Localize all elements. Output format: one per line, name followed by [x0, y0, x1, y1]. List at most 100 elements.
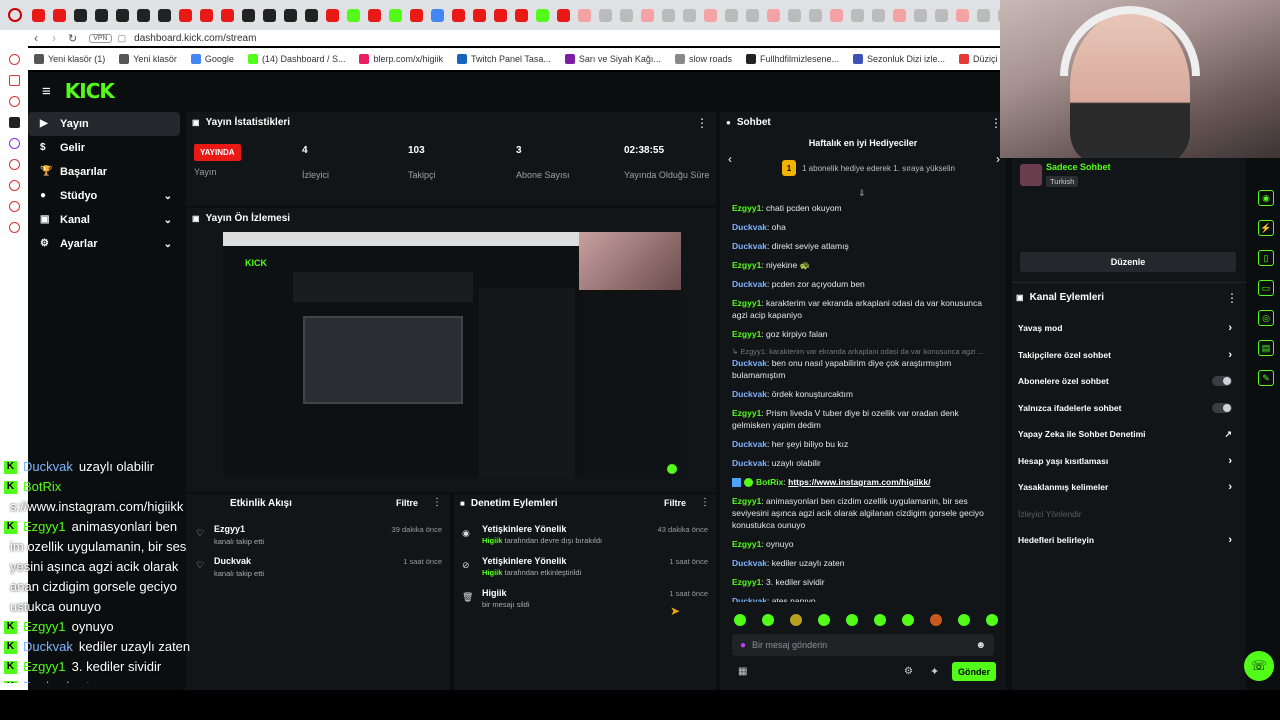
browser-tab-favicon[interactable] — [599, 8, 612, 22]
browser-tab-favicon[interactable] — [935, 8, 948, 22]
emoji-icon[interactable]: ☻ — [975, 640, 986, 651]
nav-item-0[interactable]: ▶ Yayın — [28, 112, 180, 136]
prev-arrow-icon[interactable]: ‹ — [728, 152, 732, 166]
emote-icon[interactable] — [818, 614, 830, 626]
chat-username[interactable]: Duckvak — [732, 222, 767, 232]
bookmark-item[interactable]: Yeni klasör — [119, 54, 177, 64]
signal-icon[interactable]: ◎ — [1258, 310, 1274, 326]
edit-button[interactable]: Düzenle — [1020, 252, 1236, 272]
browser-tab-favicon[interactable] — [746, 8, 759, 22]
browser-menu-icon[interactable] — [8, 8, 22, 22]
chat-username[interactable]: Duckvak — [732, 358, 767, 368]
browser-tab-favicon[interactable] — [242, 8, 255, 22]
chat-username[interactable]: Ezgyy1 — [732, 408, 761, 418]
browser-tab-favicon[interactable] — [32, 8, 45, 22]
moderation-filter-button[interactable]: Filtre — [664, 498, 686, 508]
bookmark-item[interactable]: Sarı ve Siyah Kağı... — [564, 54, 661, 64]
sidebar-app-icon[interactable] — [8, 117, 20, 128]
browser-tab-favicon[interactable] — [263, 8, 276, 22]
browser-tab-favicon[interactable] — [851, 8, 864, 22]
browser-tab-favicon[interactable] — [179, 8, 192, 22]
emote-icon[interactable] — [986, 614, 998, 626]
back-icon[interactable]: ‹ — [34, 31, 38, 45]
chat-username[interactable]: Ezgyy1 — [732, 298, 761, 308]
emote-icon[interactable] — [874, 614, 886, 626]
bookmark-item[interactable]: Fullhdfilmizlesene... — [745, 54, 839, 64]
browser-tab-favicon[interactable] — [305, 8, 318, 22]
browser-tab-favicon[interactable] — [494, 8, 507, 22]
browser-tab-favicon[interactable] — [725, 8, 738, 22]
channel-action-item[interactable]: Yasaklanmış kelimeler › — [1012, 474, 1238, 501]
browser-tab-favicon[interactable] — [221, 8, 234, 22]
emote-icon[interactable] — [846, 614, 858, 626]
bookmark-item[interactable]: Google — [190, 54, 234, 64]
chat-username[interactable]: Ezgyy1 — [732, 577, 761, 587]
phone-icon[interactable]: ▯ — [1258, 250, 1274, 266]
mic-icon[interactable]: ● — [740, 640, 746, 651]
more-icon[interactable]: ⋮ — [1226, 291, 1238, 305]
browser-tab-favicon[interactable] — [557, 8, 570, 22]
sidebar-app-icon[interactable] — [8, 138, 20, 149]
chat-username[interactable]: Ezgyy1 — [732, 203, 761, 213]
toggle-switch[interactable] — [1212, 402, 1232, 413]
sidebar-app-icon[interactable] — [8, 201, 20, 212]
vpn-badge[interactable]: VPN — [89, 33, 112, 43]
gift-box-icon[interactable]: ▦ — [738, 666, 747, 677]
emote-icon[interactable] — [958, 614, 970, 626]
reload-icon[interactable]: ↻ — [68, 32, 77, 45]
bookmark-item[interactable]: (14) Dashboard / S... — [247, 54, 345, 64]
browser-tab-favicon[interactable] — [116, 8, 129, 22]
browser-tab-favicon[interactable] — [74, 8, 87, 22]
browser-tab-favicon[interactable] — [284, 8, 297, 22]
browser-tab-favicon[interactable] — [410, 8, 423, 22]
send-button[interactable]: Gönder — [952, 662, 996, 681]
pin-icon[interactable]: ⇓ — [858, 188, 866, 199]
chat-username[interactable]: Ezgyy1 — [732, 329, 761, 339]
url-text[interactable]: dashboard.kick.com/stream — [134, 33, 256, 44]
browser-tab-favicon[interactable] — [137, 8, 150, 22]
camera-icon[interactable]: ◉ — [1258, 190, 1274, 206]
channel-action-item[interactable]: Yapay Zeka ile Sohbet Denetimi ↗ — [1012, 421, 1238, 448]
browser-tab-favicon[interactable] — [347, 8, 360, 22]
browser-tab-favicon[interactable] — [977, 8, 990, 22]
bookmark-item[interactable]: slow roads — [674, 54, 732, 64]
nav-item-3[interactable]: ● Stüdyo ⌄ — [28, 184, 180, 208]
browser-tab-favicon[interactable] — [788, 8, 801, 22]
bookmark-item[interactable]: blerp.com/x/higiik — [359, 54, 443, 64]
preview-video[interactable]: KICK — [223, 232, 681, 478]
browser-tab-favicon[interactable] — [473, 8, 486, 22]
chat-username[interactable]: Duckvak — [732, 439, 767, 449]
more-icon[interactable]: ⋮ — [696, 116, 708, 130]
browser-tab-favicon[interactable] — [620, 8, 633, 22]
browser-tab-favicon[interactable] — [914, 8, 927, 22]
bolt-icon[interactable]: ⚡ — [1258, 220, 1274, 236]
browser-tab-favicon[interactable] — [578, 8, 591, 22]
channel-action-item[interactable]: Hesap yaşı kısıtlaması › — [1012, 448, 1238, 475]
sidebar-app-icon[interactable] — [8, 96, 20, 107]
chat-username[interactable]: Duckvak — [732, 279, 767, 289]
chat-link[interactable]: https://www.instagram.com/higiikk/ — [788, 477, 930, 487]
browser-tab-favicon[interactable] — [767, 8, 780, 22]
browser-tab-favicon[interactable] — [683, 8, 696, 22]
chat-input-box[interactable]: ● Bir mesaj gönderin ☻ — [732, 634, 994, 656]
browser-tab-favicon[interactable] — [368, 8, 381, 22]
activity-filter-button[interactable]: Filtre — [396, 498, 418, 508]
sidebar-app-icon[interactable] — [8, 159, 20, 170]
channel-action-item[interactable]: Takipçilere özel sohbet › — [1012, 342, 1238, 369]
nav-item-1[interactable]: $ Gelir — [28, 136, 180, 160]
browser-tab-favicon[interactable] — [200, 8, 213, 22]
browser-tab-favicon[interactable] — [704, 8, 717, 22]
forward-icon[interactable]: › — [52, 31, 56, 45]
browser-tab-favicon[interactable] — [389, 8, 402, 22]
chat-username[interactable]: Ezgyy1 — [732, 539, 761, 549]
browser-tab-favicon[interactable] — [158, 8, 171, 22]
browser-tab-favicon[interactable] — [809, 8, 822, 22]
sidebar-app-icon[interactable] — [8, 75, 20, 86]
menu-icon[interactable]: ≡ — [42, 83, 51, 100]
chat-username[interactable]: BotRix — [756, 477, 783, 487]
browser-tab-favicon[interactable] — [893, 8, 906, 22]
more-icon[interactable]: ⋮ — [700, 497, 710, 508]
bookmark-item[interactable]: Twitch Panel Tasa... — [457, 54, 551, 64]
browser-tab-favicon[interactable] — [95, 8, 108, 22]
channel-action-item[interactable]: Abonelere özel sohbet — [1012, 368, 1238, 395]
